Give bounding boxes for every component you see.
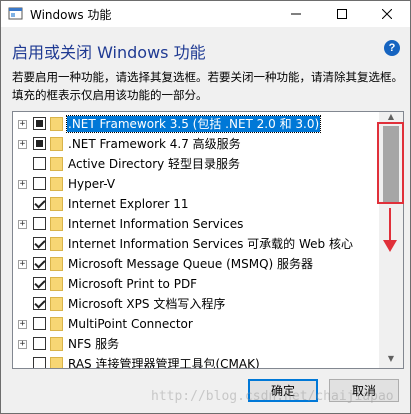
dialog-description: 若要启用一种功能，请选择其复选框。若要关闭一种功能，请清除其复选框。填充的框表示… xyxy=(12,70,403,102)
folder-icon xyxy=(50,137,63,151)
expand-icon[interactable]: + xyxy=(18,320,27,329)
expand-icon[interactable]: + xyxy=(18,260,27,269)
feature-row[interactable]: + Hyper-V xyxy=(13,174,378,194)
folder-icon xyxy=(50,357,63,368)
expand-icon[interactable]: + xyxy=(18,140,27,149)
feature-checkbox[interactable] xyxy=(33,317,46,330)
folder-icon xyxy=(50,317,63,331)
feature-checkbox[interactable] xyxy=(33,197,46,210)
feature-row[interactable]: + Microsoft Message Queue (MSMQ) 服务器 xyxy=(13,254,378,274)
feature-row[interactable]: RAS 连接管理器管理工具包(CMAK) xyxy=(13,354,378,369)
windows-features-app-icon xyxy=(8,7,23,20)
feature-label: NFS 服务 xyxy=(68,337,120,351)
feature-label: Microsoft Message Queue (MSMQ) 服务器 xyxy=(68,257,314,271)
annotation-highlight-box xyxy=(377,122,404,204)
feature-label: Internet Explorer 11 xyxy=(68,197,189,211)
annotation-down-arrow-icon xyxy=(383,208,397,252)
feature-checkbox[interactable] xyxy=(33,117,46,130)
feature-row[interactable]: Internet Explorer 11 xyxy=(13,194,378,214)
feature-checkbox[interactable] xyxy=(33,177,46,190)
folder-icon xyxy=(50,197,63,211)
feature-row[interactable]: + MultiPoint Connector xyxy=(13,314,378,334)
feature-label: .NET Framework 3.5 (包括 .NET 2.0 和 3.0) xyxy=(65,115,322,133)
feature-label: Internet Information Services xyxy=(68,217,244,231)
feature-label: .NET Framework 4.7 高级服务 xyxy=(68,137,241,151)
feature-row[interactable]: + .NET Framework 4.7 高级服务 xyxy=(13,134,378,154)
folder-icon xyxy=(50,177,63,191)
dialog-heading: 启用或关闭 Windows 功能 xyxy=(12,43,206,62)
help-icon[interactable]: ? xyxy=(384,40,400,56)
folder-icon xyxy=(50,277,63,291)
folder-icon xyxy=(50,217,63,231)
feature-label: MultiPoint Connector xyxy=(68,317,193,331)
feature-checkbox[interactable] xyxy=(33,217,46,230)
feature-checkbox[interactable] xyxy=(33,257,46,270)
expand-icon[interactable]: + xyxy=(18,120,27,129)
feature-row[interactable]: Microsoft Print to PDF xyxy=(13,274,378,294)
windows-features-dialog: Windows 功能 启用或关闭 Windows 功能 ? 若要启用一种功能，请… xyxy=(0,0,411,414)
feature-checkbox[interactable] xyxy=(33,237,46,250)
feature-label: Microsoft Print to PDF xyxy=(68,277,198,291)
feature-list[interactable]: + .NET Framework 3.5 (包括 .NET 2.0 和 3.0) +… xyxy=(12,111,404,369)
title-bar[interactable]: Windows 功能 xyxy=(1,1,410,27)
feature-checkbox[interactable] xyxy=(33,297,46,310)
expand-icon[interactable]: + xyxy=(18,180,27,189)
feature-row[interactable]: + Internet Information Services xyxy=(13,214,378,234)
feature-row[interactable]: + .NET Framework 3.5 (包括 .NET 2.0 和 3.0) xyxy=(13,114,378,134)
folder-icon xyxy=(50,157,63,171)
feature-row[interactable]: + NFS 服务 xyxy=(13,334,378,354)
scroll-down-button[interactable]: ▼ xyxy=(379,354,403,368)
window-title: Windows 功能 xyxy=(30,8,112,22)
close-button[interactable] xyxy=(364,1,410,27)
feature-checkbox[interactable] xyxy=(33,157,46,170)
folder-icon xyxy=(50,257,63,271)
feature-checkbox[interactable] xyxy=(33,357,46,368)
watermark: http://blog.csdn.net/chaijiapao xyxy=(151,389,394,404)
close-icon xyxy=(382,9,392,19)
folder-icon xyxy=(50,297,63,311)
expand-icon[interactable]: + xyxy=(18,220,27,229)
folder-icon xyxy=(50,117,63,131)
feature-row[interactable]: Microsoft XPS 文档写入程序 xyxy=(13,294,378,314)
maximize-button[interactable] xyxy=(319,1,365,27)
feature-row[interactable]: Active Directory 轻型目录服务 xyxy=(13,154,378,174)
feature-label: Active Directory 轻型目录服务 xyxy=(68,157,241,171)
folder-icon xyxy=(50,337,63,351)
maximize-icon xyxy=(337,9,347,19)
expand-icon[interactable]: + xyxy=(18,340,27,349)
minimize-button[interactable] xyxy=(273,1,319,27)
folder-icon xyxy=(50,237,63,251)
feature-row[interactable]: Internet Information Services 可承载的 Web 核… xyxy=(13,234,378,254)
feature-label: Internet Information Services 可承载的 Web 核… xyxy=(68,237,353,251)
feature-label: Microsoft XPS 文档写入程序 xyxy=(68,297,226,311)
feature-label: Hyper-V xyxy=(68,177,116,191)
feature-checkbox[interactable] xyxy=(33,137,46,150)
feature-checkbox[interactable] xyxy=(33,277,46,290)
minimize-icon xyxy=(291,13,301,15)
feature-checkbox[interactable] xyxy=(33,337,46,350)
feature-label: RAS 连接管理器管理工具包(CMAK) xyxy=(68,357,260,369)
